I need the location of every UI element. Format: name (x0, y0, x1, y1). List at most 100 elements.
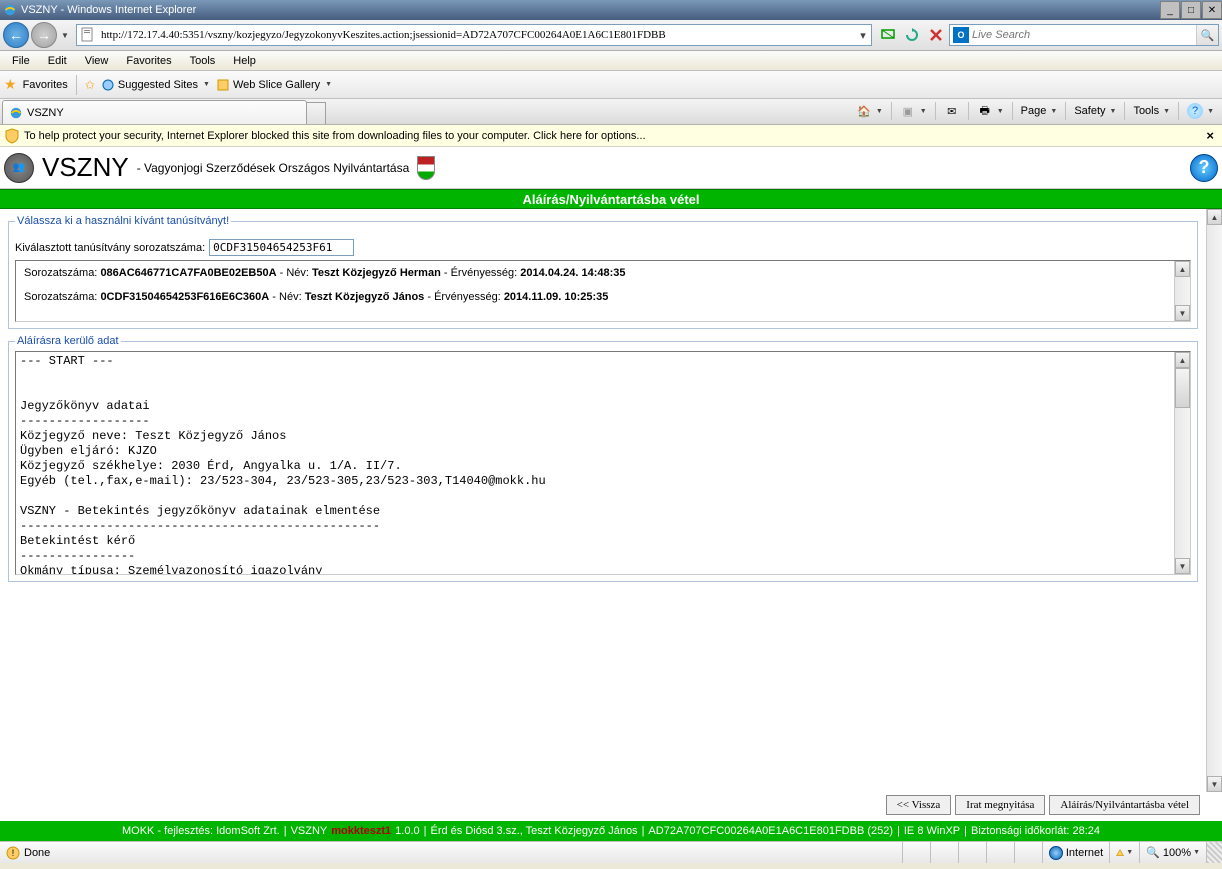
search-button[interactable]: 🔍 (1196, 25, 1218, 45)
page-menu[interactable]: Page▼ (1017, 100, 1062, 122)
url-input[interactable] (99, 27, 855, 43)
scroll-down-button[interactable]: ▼ (1175, 558, 1190, 574)
scrollbar-thumb[interactable] (1175, 368, 1190, 408)
cert-row[interactable]: Sorozatszáma: 0CDF31504654253F616E6C360A… (16, 285, 1190, 309)
status-pane (930, 842, 958, 863)
url-dropdown[interactable]: ▾ (855, 29, 871, 42)
action-buttons: << Vissza Irat megnyitása Aláírás/Nyilvá… (886, 795, 1200, 815)
menu-help[interactable]: Help (225, 53, 264, 69)
help-button[interactable]: ?▼ (1183, 100, 1218, 122)
refresh-button[interactable] (901, 24, 923, 46)
mail-icon: ✉ (944, 103, 960, 119)
tools-menu[interactable]: Tools▼ (1129, 100, 1174, 122)
textarea-scrollbar[interactable]: ▲ ▼ (1174, 352, 1190, 574)
signature-textarea[interactable]: --- START --- Jegyzőkönyv adatai -------… (15, 351, 1191, 575)
app-subtitle: - Vagyonjogi Szerződések Országos Nyilvá… (137, 161, 410, 175)
scroll-up-button[interactable]: ▲ (1175, 261, 1190, 277)
footer-session: AD72A707CFC00264A0E1A6C1E801FDBB (252) (648, 825, 893, 837)
maximize-button[interactable]: □ (1181, 1, 1201, 19)
cert-row[interactable]: Sorozatszáma: 086AC646771CA7FA0BE02EB50A… (16, 261, 1190, 285)
resize-grip[interactable] (1206, 842, 1222, 863)
app-footer: MOKK - fejlesztés: IdomSoft Zrt. | VSZNY… (0, 821, 1222, 841)
compat-view-button[interactable] (877, 24, 899, 46)
app-help-button[interactable]: ? (1190, 154, 1218, 182)
footer-timeout: Biztonsági időkorlát: 28:24 (971, 825, 1100, 837)
scroll-up-button[interactable]: ▲ (1207, 209, 1222, 225)
certificate-legend: Válassza ki a használni kívánt tanúsítvá… (15, 215, 231, 227)
alert-icon: ! (6, 846, 20, 860)
page-greenbar: Aláírás/Nyilvántartásba vétel (0, 189, 1222, 209)
close-window-button[interactable]: ✕ (1202, 1, 1222, 19)
web-slice-link[interactable]: Web Slice Gallery ▼ (216, 78, 332, 92)
window-titlebar: VSZNY - Windows Internet Explorer _ □ ✕ (0, 0, 1222, 20)
chevron-down-icon: ▼ (1193, 849, 1200, 856)
tabs-row: VSZNY 🏠▼ ▣▼ ✉ 🖶▼ Page▼ Safety▼ Tools▼ ?▼ (0, 99, 1222, 125)
scroll-down-button[interactable]: ▼ (1207, 776, 1222, 792)
status-pane (958, 842, 986, 863)
open-document-button[interactable]: Irat megnyitása (955, 795, 1045, 815)
menu-tools[interactable]: Tools (182, 53, 224, 69)
listbox-scrollbar[interactable]: ▲ ▼ (1174, 261, 1190, 321)
window-title: VSZNY - Windows Internet Explorer (21, 4, 1159, 16)
search-box[interactable]: O 🔍 (949, 24, 1219, 46)
back-form-button[interactable]: << Vissza (886, 795, 952, 815)
favorites-label[interactable]: Favorites (23, 79, 68, 91)
back-button[interactable]: ← (3, 22, 29, 48)
suggested-sites-link[interactable]: Suggested Sites ▼ (101, 78, 210, 92)
status-pane (986, 842, 1014, 863)
zoom-pane[interactable]: 🔍 100% ▼ (1139, 842, 1206, 863)
footer-ver: 1.0.0 (395, 825, 419, 837)
page-content: 👥 VSZNY - Vagyonjogi Szerződések Országo… (0, 147, 1222, 841)
svg-text:!: ! (12, 848, 15, 858)
security-zone-pane[interactable]: Internet (1042, 842, 1109, 863)
feeds-button[interactable]: ▣▼ (896, 100, 931, 122)
forward-button[interactable]: → (31, 22, 57, 48)
chevron-down-icon: ▼ (1126, 849, 1133, 856)
cert-serial-input[interactable] (209, 239, 354, 256)
scroll-down-button[interactable]: ▼ (1175, 305, 1190, 321)
protected-mode-pane[interactable]: ▼ (1109, 842, 1139, 863)
zoom-value: 100% (1163, 847, 1191, 859)
add-fav-icon[interactable]: ✩ (85, 78, 95, 92)
chevron-down-icon: ▼ (203, 81, 210, 88)
chevron-down-icon: ▼ (325, 81, 332, 88)
ie-icon (3, 3, 17, 17)
navigation-bar: ← → ▼ ▾ O 🔍 (0, 20, 1222, 51)
signature-data-legend: Aláírásra kerülő adat (15, 335, 121, 347)
menu-edit[interactable]: Edit (40, 53, 75, 69)
search-input[interactable] (972, 29, 1196, 41)
infobar-close-button[interactable]: × (1202, 128, 1218, 143)
new-tab-button[interactable] (306, 102, 326, 124)
command-bar: 🏠▼ ▣▼ ✉ 🖶▼ Page▼ Safety▼ Tools▼ ?▼ (852, 98, 1222, 124)
footer-browser: IE 8 WinXP (904, 825, 960, 837)
safety-menu[interactable]: Safety▼ (1070, 100, 1120, 122)
sign-register-button[interactable]: Aláírás/Nyilvántartásba vétel (1049, 795, 1200, 815)
minimize-button[interactable]: _ (1160, 1, 1180, 19)
home-button[interactable]: 🏠▼ (852, 100, 887, 122)
status-text: Done (24, 847, 50, 859)
menu-bar: File Edit View Favorites Tools Help (0, 51, 1222, 71)
history-dropdown[interactable]: ▼ (59, 22, 71, 48)
infobar-text: To help protect your security, Internet … (24, 130, 646, 142)
scroll-up-button[interactable]: ▲ (1175, 352, 1190, 368)
address-bar[interactable]: ▾ (76, 24, 872, 46)
suggested-sites-label: Suggested Sites (118, 79, 198, 91)
globe-icon (1049, 846, 1063, 860)
signature-text: --- START --- Jegyzőkönyv adatai -------… (16, 352, 1190, 575)
hungary-crest-icon (417, 156, 435, 180)
caution-icon (1116, 847, 1124, 859)
menu-view[interactable]: View (77, 53, 117, 69)
menu-favorites[interactable]: Favorites (118, 53, 179, 69)
page-icon (80, 27, 96, 43)
favorites-star-icon[interactable]: ★ (4, 76, 17, 93)
print-icon: 🖶 (977, 103, 993, 119)
read-mail-button[interactable]: ✉ (940, 100, 964, 122)
print-button[interactable]: 🖶▼ (973, 100, 1008, 122)
stop-button[interactable] (925, 24, 947, 46)
menu-file[interactable]: File (4, 53, 38, 69)
page-scrollbar[interactable]: ▲ ▼ (1206, 209, 1222, 792)
cert-listbox[interactable]: Sorozatszáma: 086AC646771CA7FA0BE02EB50A… (15, 260, 1191, 322)
security-infobar[interactable]: To help protect your security, Internet … (0, 125, 1222, 147)
tab-vszny[interactable]: VSZNY (2, 100, 307, 124)
tab-title: VSZNY (27, 107, 64, 119)
